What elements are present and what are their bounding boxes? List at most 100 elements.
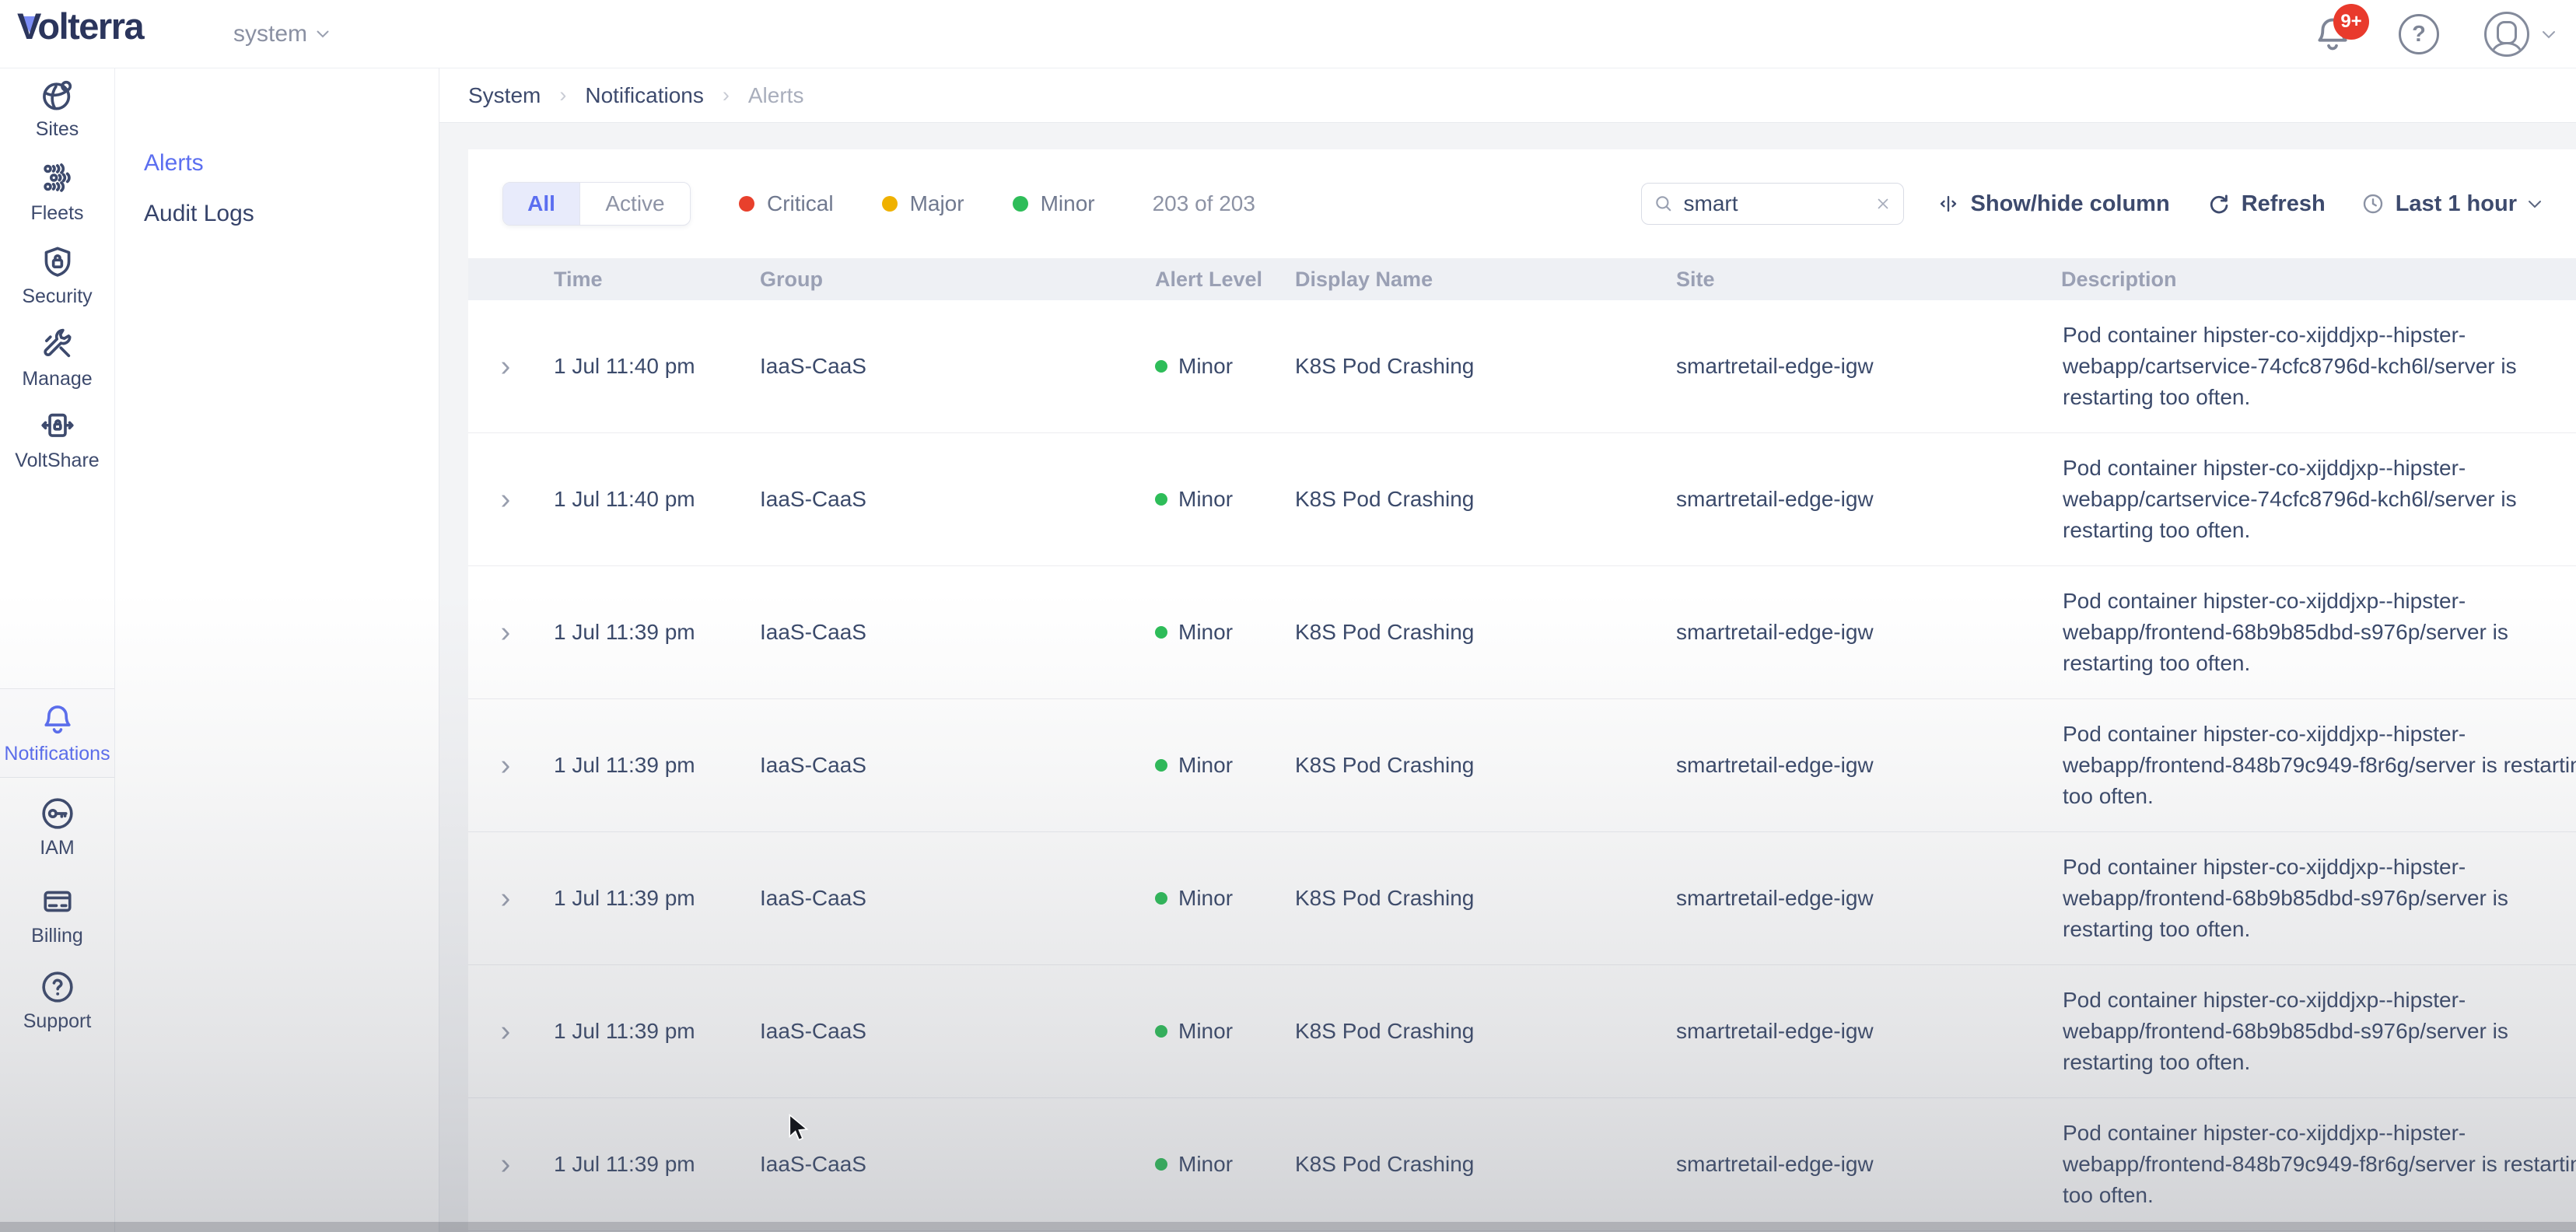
secure-share-icon bbox=[40, 408, 75, 444]
expand-row-chevron-icon[interactable]: › bbox=[501, 751, 511, 780]
cell-alert-level: Minor bbox=[1155, 753, 1295, 778]
sidebar-item-notifications[interactable]: Notifications bbox=[0, 702, 114, 765]
expand-row-chevron-icon[interactable]: › bbox=[501, 485, 511, 514]
help-button[interactable]: ? bbox=[2399, 14, 2439, 54]
cell-group: IaaS-CaaS bbox=[760, 886, 1155, 911]
sidebar-item-manage[interactable]: Manage bbox=[0, 327, 114, 390]
severity-dot-icon bbox=[1155, 360, 1167, 373]
table-row[interactable]: › 1 Jul 11:40 pm IaaS-CaaS Minor K8S Pod… bbox=[468, 433, 2576, 566]
tab-all[interactable]: All bbox=[503, 183, 580, 225]
cell-display-name: K8S Pod Crashing bbox=[1295, 1152, 1676, 1177]
chevron-down-icon[interactable] bbox=[2542, 30, 2556, 39]
cell-site: smartretail-edge-igw bbox=[1676, 487, 2061, 512]
breadcrumb-alerts: Alerts bbox=[748, 83, 804, 108]
legend-label: Critical bbox=[767, 191, 834, 216]
legend-minor: Minor bbox=[1013, 191, 1095, 216]
tab-active[interactable]: Active bbox=[580, 183, 690, 225]
cell-site: smartretail-edge-igw bbox=[1676, 620, 2061, 645]
subnav-item-audit-logs[interactable]: Audit Logs bbox=[144, 201, 254, 227]
cell-display-name: K8S Pod Crashing bbox=[1295, 354, 1676, 379]
search-input[interactable] bbox=[1684, 191, 1864, 216]
notifications-bell-button[interactable]: 9+ bbox=[2312, 13, 2354, 55]
col-time[interactable]: Time bbox=[543, 268, 760, 292]
cell-description: Pod container hipster-co-xijddjxp--hipst… bbox=[2061, 1118, 2576, 1211]
table-row[interactable]: › 1 Jul 11:39 pm IaaS-CaaS Minor K8S Pod… bbox=[468, 1098, 2576, 1231]
col-group[interactable]: Group bbox=[760, 268, 1155, 292]
critical-dot-icon bbox=[739, 196, 754, 212]
user-avatar[interactable] bbox=[2484, 12, 2529, 57]
sidebar-item-support[interactable]: Support bbox=[0, 969, 114, 1033]
cell-display-name: K8S Pod Crashing bbox=[1295, 1019, 1676, 1044]
cell-description: Pod container hipster-co-xijddjxp--hipst… bbox=[2061, 985, 2576, 1078]
severity-dot-icon bbox=[1155, 1158, 1167, 1171]
table-row[interactable]: › 1 Jul 11:39 pm IaaS-CaaS Minor K8S Pod… bbox=[468, 832, 2576, 965]
chevron-right-icon: › bbox=[723, 83, 730, 107]
col-alert-level[interactable]: Alert Level bbox=[1155, 268, 1295, 292]
severity-dot-icon bbox=[1155, 1025, 1167, 1038]
refresh-button[interactable]: Refresh bbox=[2206, 191, 2326, 217]
table-row[interactable]: › 1 Jul 11:40 pm IaaS-CaaS Minor K8S Pod… bbox=[468, 300, 2576, 433]
tenant-name: system bbox=[233, 21, 307, 47]
subnav-item-alerts[interactable]: Alerts bbox=[144, 150, 204, 177]
sidebar-item-billing[interactable]: Billing bbox=[0, 884, 114, 947]
clear-search-icon[interactable] bbox=[1874, 195, 1892, 212]
sidebar-item-security[interactable]: Security bbox=[0, 244, 114, 308]
cell-group: IaaS-CaaS bbox=[760, 1152, 1155, 1177]
sidebar-item-label: Sites bbox=[36, 118, 79, 141]
cell-time: 1 Jul 11:39 pm bbox=[543, 753, 760, 778]
cell-alert-level: Minor bbox=[1155, 620, 1295, 645]
sidebar-item-voltshare[interactable]: VoltShare bbox=[0, 408, 114, 472]
sidebar-item-sites[interactable]: Sites bbox=[0, 77, 114, 141]
cell-time: 1 Jul 11:39 pm bbox=[543, 886, 760, 911]
breadcrumb: System › Notifications › Alerts bbox=[439, 68, 2576, 123]
sidebar-item-label: VoltShare bbox=[15, 450, 99, 472]
table-row[interactable]: › 1 Jul 11:39 pm IaaS-CaaS Minor K8S Pod… bbox=[468, 965, 2576, 1098]
show-hide-label: Show/hide column bbox=[1971, 191, 2170, 217]
severity-dot-icon bbox=[1155, 493, 1167, 506]
result-count: 203 of 203 bbox=[1153, 191, 1255, 216]
table-body: › 1 Jul 11:40 pm IaaS-CaaS Minor K8S Pod… bbox=[468, 300, 2576, 1231]
table-row[interactable]: › 1 Jul 11:39 pm IaaS-CaaS Minor K8S Pod… bbox=[468, 699, 2576, 832]
refresh-label: Refresh bbox=[2242, 191, 2326, 217]
severity-dot-icon bbox=[1155, 892, 1167, 905]
severity-legend: Critical Major Minor bbox=[739, 191, 1095, 216]
search-box bbox=[1641, 183, 1904, 225]
cell-display-name: K8S Pod Crashing bbox=[1295, 753, 1676, 778]
table-row[interactable]: › 1 Jul 11:39 pm IaaS-CaaS Minor K8S Pod… bbox=[468, 566, 2576, 699]
expand-row-chevron-icon[interactable]: › bbox=[501, 352, 511, 381]
cell-time: 1 Jul 11:40 pm bbox=[543, 487, 760, 512]
tenant-switcher[interactable]: system bbox=[233, 0, 329, 68]
sidebar-item-label: Security bbox=[22, 285, 92, 308]
expand-row-chevron-icon[interactable]: › bbox=[501, 884, 511, 913]
alerts-table-card: All Active Critical Major Minor bbox=[468, 149, 2576, 1232]
expand-row-chevron-icon[interactable]: › bbox=[501, 618, 511, 647]
cell-site: smartretail-edge-igw bbox=[1676, 1019, 2061, 1044]
fleet-nodes-icon bbox=[40, 161, 75, 197]
sidebar-item-fleets[interactable]: Fleets bbox=[0, 161, 114, 225]
expand-row-chevron-icon[interactable]: › bbox=[501, 1017, 511, 1046]
breadcrumb-notifications[interactable]: Notifications bbox=[585, 83, 704, 108]
col-site[interactable]: Site bbox=[1676, 268, 2061, 292]
col-display-name[interactable]: Display Name bbox=[1295, 268, 1676, 292]
show-hide-column-button[interactable]: Show/hide column bbox=[1937, 191, 2170, 217]
cell-description: Pod container hipster-co-xijddjxp--hipst… bbox=[2061, 719, 2576, 812]
alert-level-text: Minor bbox=[1178, 1152, 1233, 1177]
cell-site: smartretail-edge-igw bbox=[1676, 1152, 2061, 1177]
table-header: Time Group Alert Level Display Name Site… bbox=[468, 258, 2576, 300]
cell-time: 1 Jul 11:39 pm bbox=[543, 1019, 760, 1044]
sidebar-item-iam[interactable]: IAM bbox=[0, 796, 114, 859]
sidebar-item-label: Fleets bbox=[30, 202, 83, 225]
alert-level-text: Minor bbox=[1178, 1019, 1233, 1044]
col-description[interactable]: Description bbox=[2061, 268, 2576, 292]
volterra-logo[interactable]: Volterra bbox=[17, 5, 143, 51]
time-range-dropdown[interactable]: Last 1 hour bbox=[2361, 191, 2542, 217]
breadcrumb-system[interactable]: System bbox=[468, 83, 541, 108]
cell-group: IaaS-CaaS bbox=[760, 753, 1155, 778]
cell-group: IaaS-CaaS bbox=[760, 354, 1155, 379]
cell-site: smartretail-edge-igw bbox=[1676, 886, 2061, 911]
shield-lock-icon bbox=[40, 244, 75, 280]
alert-level-text: Minor bbox=[1178, 487, 1233, 512]
expand-row-chevron-icon[interactable]: › bbox=[501, 1150, 511, 1179]
cell-description: Pod container hipster-co-xijddjxp--hipst… bbox=[2061, 453, 2576, 546]
cell-site: smartretail-edge-igw bbox=[1676, 753, 2061, 778]
